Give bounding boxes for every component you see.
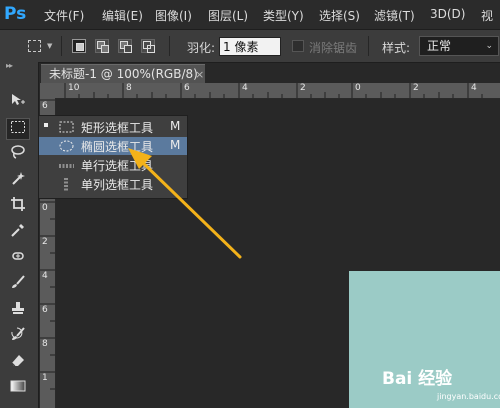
ruler-label: 6 xyxy=(42,101,48,111)
toolbox: ▸▸ xyxy=(0,61,39,408)
flyout-item-shortcut: M xyxy=(170,119,181,133)
flyout-item-ellipse-marquee[interactable]: 椭圆选框工具 M xyxy=(39,137,187,155)
style-select[interactable]: 正常 ⌄ xyxy=(419,36,499,56)
add-selection-button[interactable] xyxy=(95,39,109,53)
flyout-item-single-row-marquee[interactable]: 单行选框工具 xyxy=(39,156,187,174)
gradient-icon[interactable] xyxy=(6,378,30,400)
brush-tool-icon[interactable] xyxy=(6,274,30,296)
marquee-tool-icon[interactable] xyxy=(6,118,30,140)
ruler-label: 0 xyxy=(355,83,361,93)
move-tool-icon[interactable] xyxy=(6,92,30,114)
style-select-value: 正常 xyxy=(427,39,452,53)
flyout-item-single-column-marquee[interactable]: 单列选框工具 xyxy=(39,175,187,193)
photoshop-logo: Ps xyxy=(4,4,27,24)
healing-brush-icon[interactable] xyxy=(6,248,30,270)
crop-tool-icon[interactable] xyxy=(6,196,30,218)
menu-edit[interactable]: 编辑(E) xyxy=(102,7,143,24)
menu-bar: Ps 文件(F) 编辑(E) 图像(I) 图层(L) 类型(Y) 选择(S) 滤… xyxy=(0,0,500,29)
ruler-label: 8 xyxy=(126,83,132,93)
magic-wand-icon[interactable] xyxy=(6,170,30,192)
flyout-item-label: 矩形选框工具 xyxy=(81,121,154,135)
menu-type[interactable]: 类型(Y) xyxy=(263,7,304,24)
antialias-checkbox[interactable] xyxy=(292,40,304,52)
single-row-marquee-icon xyxy=(59,164,74,168)
watermark-url: jingyan.baidu.com xyxy=(437,392,500,401)
style-label: 样式: xyxy=(382,41,411,55)
ruler-label: 4 xyxy=(471,83,477,93)
intersect-selection-button[interactable] xyxy=(141,39,155,53)
preset-dropdown-arrow-icon[interactable]: ▼ xyxy=(47,42,52,50)
ruler-label: 1 xyxy=(42,373,48,383)
selected-bullet-icon xyxy=(44,123,48,127)
flyout-item-label: 单行选框工具 xyxy=(81,159,154,173)
flyout-item-shortcut: M xyxy=(170,138,181,152)
horizontal-ruler[interactable]: 10 8 6 4 2 0 2 4 xyxy=(55,83,500,99)
flyout-item-label: 单列选框工具 xyxy=(81,178,154,192)
chevron-down-icon: ⌄ xyxy=(485,41,493,51)
tab-document[interactable]: 未标题-1 @ 100%(RGB/8) * × xyxy=(41,64,205,100)
close-icon[interactable]: × xyxy=(195,65,204,84)
single-column-marquee-icon xyxy=(64,178,68,192)
menu-select[interactable]: 选择(S) xyxy=(319,7,360,24)
menu-image[interactable]: 图像(I) xyxy=(155,7,192,24)
ruler-ticks xyxy=(64,83,483,98)
eraser-icon[interactable] xyxy=(6,352,30,374)
flyout-item-label: 椭圆选框工具 xyxy=(81,140,154,154)
ruler-origin[interactable] xyxy=(40,83,55,98)
ruler-label: 2 xyxy=(300,83,306,93)
antialias-label: 消除锯齿 xyxy=(309,41,358,55)
subtract-selection-button[interactable] xyxy=(118,39,132,53)
menu-view[interactable]: 视 xyxy=(481,7,493,24)
ruler-label: 4 xyxy=(42,271,48,281)
ruler-label: 2 xyxy=(413,83,419,93)
clone-stamp-icon[interactable] xyxy=(6,300,30,322)
marquee-preset-icon[interactable] xyxy=(28,40,41,52)
collapse-arrows-icon[interactable]: ▸▸ xyxy=(6,61,13,70)
history-brush-icon[interactable] xyxy=(6,326,30,348)
ruler-label: 0 xyxy=(42,203,48,213)
rect-marquee-icon xyxy=(59,121,74,133)
ruler-label: 10 xyxy=(68,83,80,93)
flyout-item-rect-marquee[interactable]: 矩形选框工具 M xyxy=(39,118,187,136)
ruler-label: 8 xyxy=(42,339,48,349)
new-selection-icon xyxy=(76,43,84,51)
marquee-tool-flyout: 矩形选框工具 M 椭圆选框工具 M 单行选框工具 单列选框工具 xyxy=(38,115,188,199)
options-bar: ▼ 羽化: 1 像素 消除锯齿 样式: 正常 ⌄ xyxy=(0,29,500,63)
ellipse-marquee-icon xyxy=(59,140,74,152)
feather-input[interactable]: 1 像素 xyxy=(219,37,281,56)
menu-file[interactable]: 文件(F) xyxy=(44,7,84,24)
menu-3d[interactable]: 3D(D) xyxy=(430,7,465,21)
menu-layer[interactable]: 图层(L) xyxy=(208,7,248,24)
baidu-watermark: Bai 经验 xyxy=(382,369,453,389)
new-selection-button[interactable] xyxy=(72,39,86,53)
eyedropper-icon[interactable] xyxy=(6,222,30,244)
ruler-label: 6 xyxy=(42,305,48,315)
feather-label: 羽化: xyxy=(187,41,216,55)
lasso-tool-icon[interactable] xyxy=(6,144,30,166)
ruler-label: 4 xyxy=(242,83,248,93)
ruler-label: 2 xyxy=(42,237,48,247)
ruler-label: 6 xyxy=(184,83,190,93)
menu-filter[interactable]: 滤镜(T) xyxy=(374,7,415,24)
